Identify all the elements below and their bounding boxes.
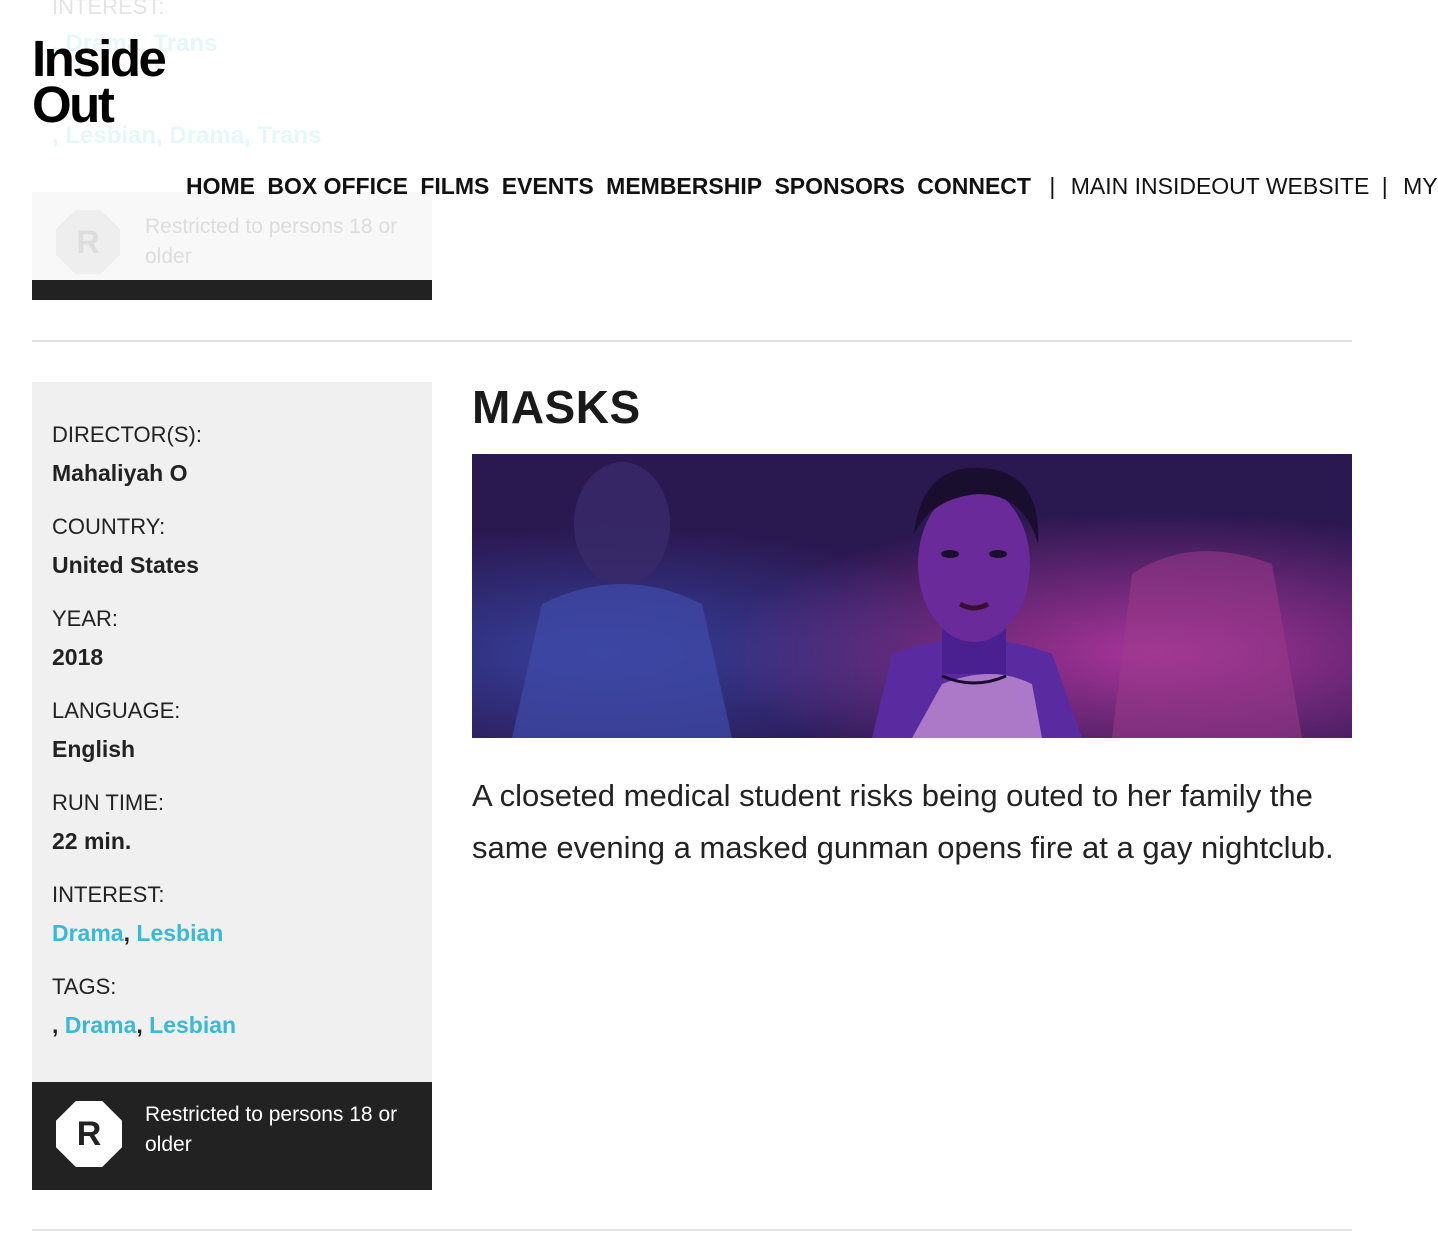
rating-text: Restricted to persons 18 or older bbox=[145, 1103, 398, 1156]
divider-top bbox=[32, 340, 1352, 342]
nav-main-insideout-website[interactable]: MAIN INSIDEOUT WEBSITE bbox=[1071, 173, 1370, 199]
interest-link-lesbian[interactable]: Lesbian bbox=[136, 920, 223, 946]
rating-r-icon: R bbox=[56, 1101, 122, 1167]
previous-rating-icon: R bbox=[56, 210, 120, 274]
nav-my-f[interactable]: MY F bbox=[1403, 173, 1438, 199]
tags-separator: , bbox=[136, 1012, 143, 1038]
nav-sponsors[interactable]: SPONSORS bbox=[774, 173, 904, 199]
previous-rating-box: R Restricted to persons 18 or older bbox=[32, 192, 432, 300]
nav-separator: | bbox=[1381, 173, 1388, 199]
film-still-image bbox=[472, 454, 1352, 738]
tag-link-drama[interactable]: Drama bbox=[65, 1012, 137, 1038]
interest-link-drama[interactable]: Drama bbox=[52, 920, 124, 946]
interest-section: INTEREST: Drama, Lesbian bbox=[52, 880, 422, 948]
tags-section: TAGS: , Drama, Lesbian bbox=[52, 972, 422, 1040]
film-still-illustration bbox=[472, 454, 1352, 738]
runtime-section: RUN TIME: 22 min. bbox=[52, 788, 422, 856]
country-section: COUNTRY: United States bbox=[52, 512, 422, 580]
nav-events[interactable]: EVENTS bbox=[502, 173, 594, 199]
site-logo[interactable]: Inside Out bbox=[32, 33, 167, 133]
previous-rating-strip bbox=[32, 280, 432, 300]
nav-connect[interactable]: CONNECT bbox=[917, 173, 1031, 199]
logo-line-out: Out bbox=[32, 76, 115, 133]
runtime-value: 22 min. bbox=[52, 828, 132, 854]
nav-membership[interactable]: MEMBERSHIP bbox=[606, 173, 762, 199]
country-label: COUNTRY: bbox=[52, 514, 166, 539]
director-section: DIRECTOR(S): Mahaliyah O bbox=[52, 420, 422, 488]
tag-link-lesbian[interactable]: Lesbian bbox=[149, 1012, 236, 1038]
film-details-sidebar: DIRECTOR(S): Mahaliyah O COUNTRY: United… bbox=[32, 382, 432, 1082]
film-title: MASKS bbox=[472, 381, 641, 433]
previous-rating-text: Restricted to persons 18 or older bbox=[145, 215, 398, 268]
year-label: YEAR: bbox=[52, 606, 119, 631]
language-section: LANGUAGE: English bbox=[52, 696, 422, 764]
director-label: DIRECTOR(S): bbox=[52, 422, 202, 447]
divider-bottom bbox=[32, 1229, 1352, 1231]
language-label: LANGUAGE: bbox=[52, 698, 181, 723]
tags-links: , Drama, Lesbian bbox=[52, 1010, 422, 1040]
country-value: United States bbox=[52, 552, 199, 578]
director-value: Mahaliyah O bbox=[52, 460, 188, 486]
tags-label: TAGS: bbox=[52, 974, 117, 999]
interest-links: Drama, Lesbian bbox=[52, 918, 422, 948]
film-description: A closeted medical student risks being o… bbox=[472, 778, 1334, 865]
nav-box-office[interactable]: BOX OFFICE bbox=[267, 173, 408, 199]
tags-leading-comma: , bbox=[52, 1012, 59, 1038]
main-nav: HOME BOX OFFICE FILMS EVENTS MEMBERSHIP … bbox=[186, 170, 1438, 202]
language-value: English bbox=[52, 736, 136, 762]
interest-separator: , bbox=[123, 920, 130, 946]
rating-box: R Restricted to persons 18 or older bbox=[32, 1082, 432, 1190]
runtime-label: RUN TIME: bbox=[52, 790, 165, 815]
previous-interest-label: INTEREST: bbox=[52, 0, 165, 19]
nav-separator: | bbox=[1049, 173, 1056, 199]
year-section: YEAR: 2018 bbox=[52, 604, 422, 672]
nav-films[interactable]: FILMS bbox=[420, 173, 489, 199]
interest-label: INTEREST: bbox=[52, 882, 165, 907]
nav-home[interactable]: HOME bbox=[186, 173, 255, 199]
year-value: 2018 bbox=[52, 644, 104, 670]
